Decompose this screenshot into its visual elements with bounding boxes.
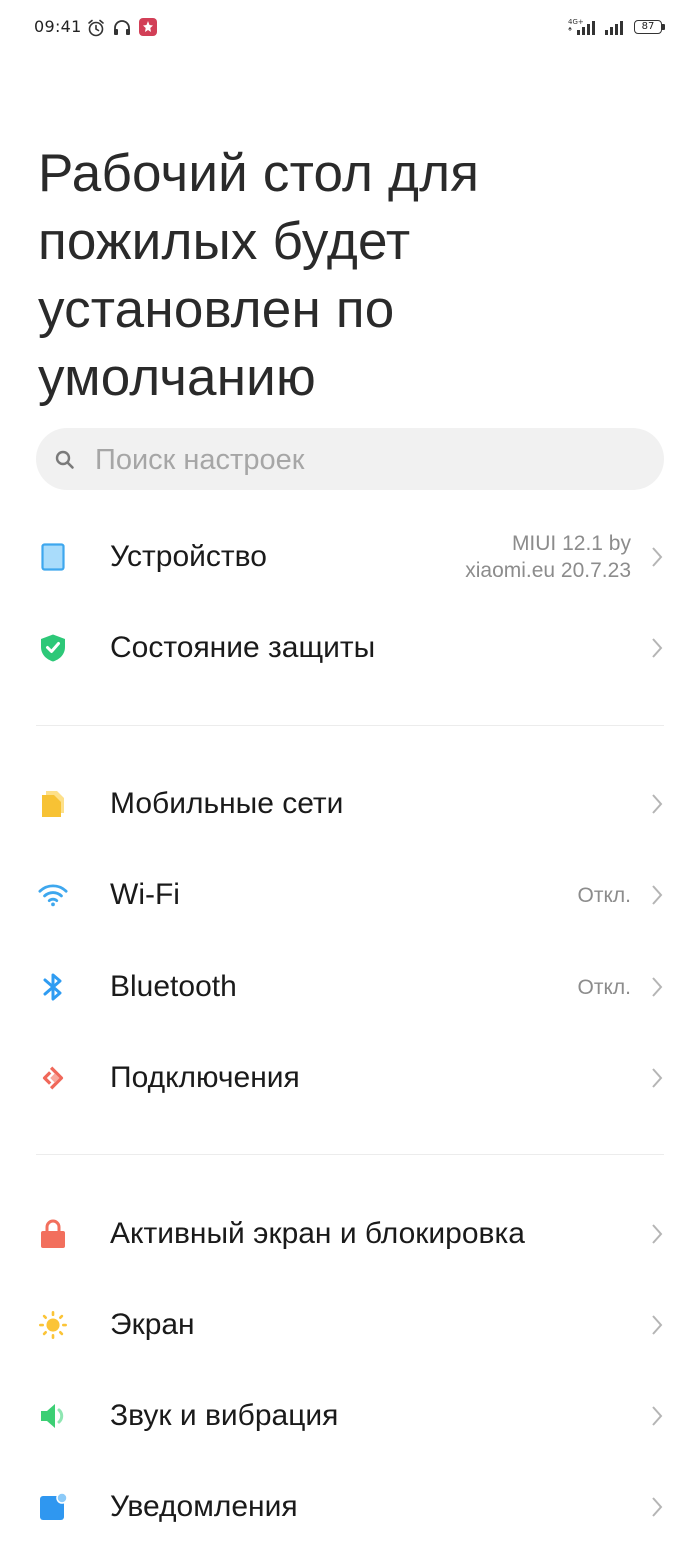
- sim-card-icon: [38, 789, 68, 819]
- battery-level: 87: [641, 21, 655, 32]
- headset-icon: [112, 18, 132, 42]
- connection-share-icon: [38, 1063, 68, 1093]
- settings-item-bluetooth[interactable]: Bluetooth Откл.: [0, 942, 700, 1032]
- chevron-right-icon: [650, 1405, 664, 1427]
- settings-item-connections[interactable]: Подключения: [0, 1033, 700, 1123]
- settings-item-label: Состояние защиты: [110, 631, 376, 664]
- settings-item-notifications[interactable]: Уведомления: [0, 1462, 700, 1552]
- chevron-right-icon: [650, 1067, 664, 1089]
- mobile-signal-icon: [604, 19, 628, 41]
- svg-text:4G+: 4G+: [568, 18, 584, 26]
- bluetooth-icon: [38, 972, 68, 1002]
- settings-item-security-status[interactable]: Состояние защиты: [0, 603, 700, 693]
- tablet-icon: [38, 542, 68, 572]
- settings-item-mobile-networks[interactable]: Мобильные сети: [0, 759, 700, 849]
- speaker-icon: [38, 1401, 68, 1431]
- chevron-right-icon: [650, 637, 664, 659]
- chevron-right-icon: [650, 976, 664, 998]
- settings-item-value: Откл.: [577, 884, 631, 907]
- alarm-icon: [86, 18, 106, 42]
- settings-item-label: Устройство: [110, 540, 267, 573]
- chevron-right-icon: [650, 1314, 664, 1336]
- settings-item-label: Звук и вибрация: [110, 1399, 339, 1432]
- page-title: Рабочий стол для пожилых будет установле…: [38, 144, 480, 407]
- settings-item-label: Активный экран и блокировка: [110, 1217, 525, 1250]
- sun-icon: [38, 1310, 68, 1340]
- chevron-right-icon: [650, 546, 664, 568]
- settings-item-display[interactable]: Экран: [0, 1280, 700, 1370]
- section-divider: [36, 1154, 664, 1155]
- settings-item-label: Уведомления: [110, 1490, 298, 1523]
- settings-item-label: Мобильные сети: [110, 787, 344, 820]
- settings-item-lock-screen[interactable]: Активный экран и блокировка: [0, 1189, 700, 1279]
- shield-check-icon: [38, 633, 68, 663]
- search-placeholder: Поиск настроек: [95, 444, 305, 476]
- mobile-signal-4g-icon: 4G+: [568, 16, 600, 42]
- chevron-right-icon: [650, 1223, 664, 1245]
- chevron-right-icon: [650, 884, 664, 906]
- status-time: 09:41: [34, 17, 82, 36]
- status-bar: 09:41 4G+ 87: [0, 0, 700, 56]
- settings-item-label: Bluetooth: [110, 970, 237, 1003]
- settings-item-wifi[interactable]: Wi-Fi Откл.: [0, 850, 700, 940]
- notification-icon: [38, 1492, 68, 1522]
- section-divider: [36, 725, 664, 726]
- search-icon: [54, 449, 76, 475]
- chevron-right-icon: [650, 1496, 664, 1518]
- chevron-right-icon: [650, 793, 664, 815]
- settings-item-value: Откл.: [577, 976, 631, 999]
- settings-item-label: Wi-Fi: [110, 878, 180, 911]
- lock-icon: [38, 1219, 68, 1249]
- battery-indicator: 87: [634, 20, 666, 36]
- settings-item-value: MIUI 12.1 by xiaomi.eu 20.7.23: [465, 532, 631, 582]
- settings-item-sound[interactable]: Звук и вибрация: [0, 1371, 700, 1461]
- settings-item-label: Подключения: [110, 1061, 300, 1094]
- settings-item-device[interactable]: Устройство MIUI 12.1 by xiaomi.eu 20.7.2…: [0, 512, 700, 602]
- app-notification-icon: [139, 18, 157, 36]
- wifi-icon: [38, 880, 68, 910]
- settings-item-label: Экран: [110, 1308, 195, 1341]
